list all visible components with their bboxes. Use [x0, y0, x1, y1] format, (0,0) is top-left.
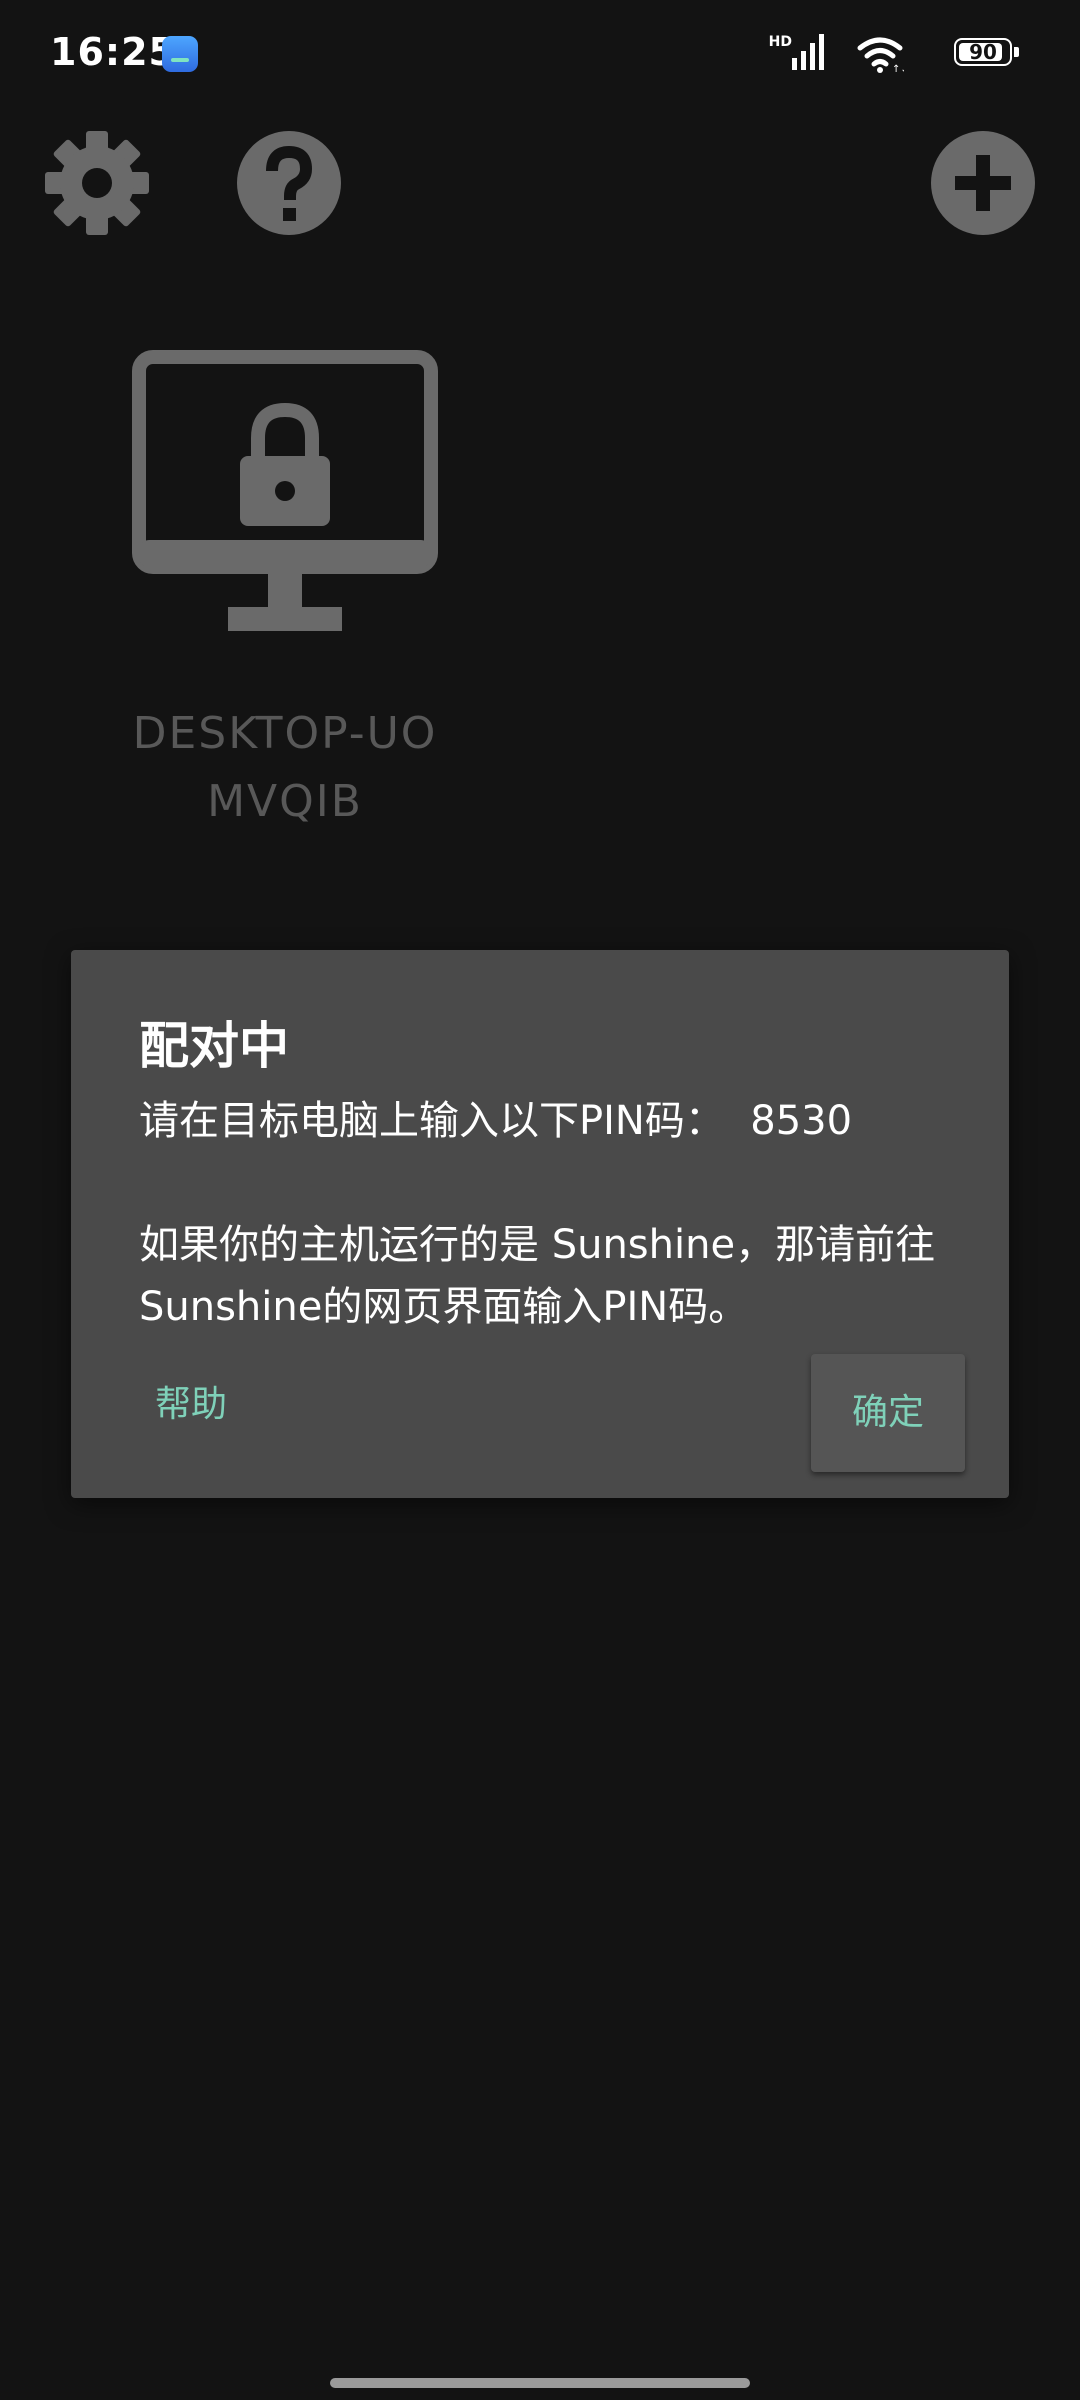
pairing-dialog: 配对中 请在目标电脑上输入以下PIN码： 8530 如果你的主机运行的是 Sun…: [71, 950, 1009, 1498]
status-indicators: HD ↑↓ 90: [720, 34, 1020, 74]
battery-icon: 90: [954, 38, 1020, 68]
help-button-dialog[interactable]: 帮助: [111, 1350, 271, 1460]
locked-monitor-icon: [132, 350, 438, 631]
wifi-icon: ↑↓: [857, 37, 904, 74]
battery-level-label: 90: [969, 40, 997, 64]
status-time: 16:25: [50, 30, 176, 74]
plus-icon: [931, 131, 1035, 235]
gesture-navigation-bar[interactable]: [330, 2378, 750, 2388]
settings-button[interactable]: [42, 128, 152, 238]
gear-icon: [45, 131, 149, 235]
app-notification-icon: [162, 36, 198, 72]
dialog-title: 配对中: [139, 1017, 289, 1075]
help-button[interactable]: [234, 128, 344, 238]
svg-text:↑↓: ↑↓: [892, 64, 904, 74]
computer-name: DESKTOP-UOMVQIB: [132, 708, 438, 827]
dialog-message: 请在目标电脑上输入以下PIN码： 8530 如果你的主机运行的是 Sunshin…: [139, 1098, 936, 1330]
add-computer-button[interactable]: [928, 128, 1038, 238]
battery-cap: [1014, 47, 1019, 57]
ok-button[interactable]: 确定: [811, 1354, 965, 1472]
signal-icon: [792, 34, 824, 70]
status-bar: 16:25 HD ↑↓ 90: [0, 0, 1080, 110]
network-type-label: HD: [768, 34, 792, 50]
question-mark-icon: [237, 131, 341, 235]
